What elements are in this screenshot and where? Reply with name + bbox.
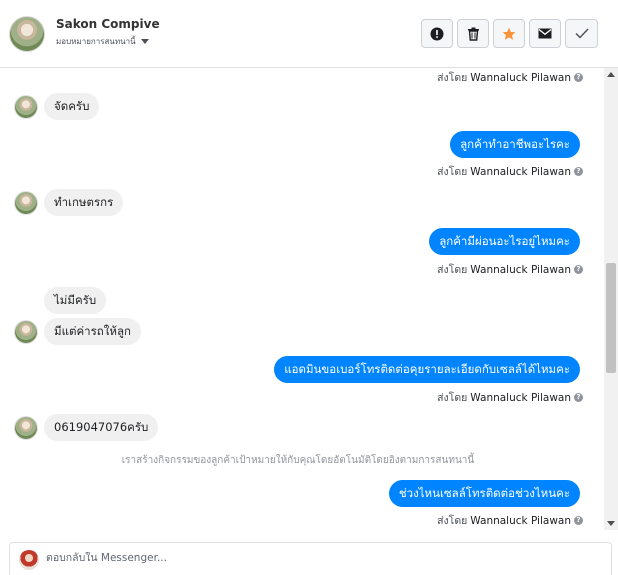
star-button[interactable] [493, 19, 525, 48]
outgoing-message: แอดมินขอเบอร์โทรติดต่อคุยรายละเอียดกับเซ… [274, 356, 580, 383]
info-icon[interactable]: ? [574, 73, 583, 82]
info-icon[interactable]: ? [574, 393, 583, 402]
info-icon[interactable]: ? [574, 167, 583, 176]
delete-button[interactable] [457, 19, 489, 48]
agent-name: Wannaluck Pilawan [470, 263, 571, 276]
sent-by-prefix: ส่งโดย [437, 392, 468, 404]
system-notice: เราสร้างกิจกรรมของลูกค้าเป้าหมายให้กับคุ… [121, 455, 475, 466]
agent-name: Wannaluck Pilawan [470, 391, 571, 404]
message-thread[interactable]: ส่งโดย Wannaluck Pilawan? จัดครับ ลูกค้าทำอ… [0, 68, 604, 530]
incoming-message: ไม่มีครับ [44, 287, 107, 314]
incoming-message: มีแต่ค่ารถให้ลูก [44, 318, 141, 345]
sent-by-label: ส่งโดย Wannaluck Pilawan? [437, 163, 583, 180]
mark-done-button[interactable] [565, 19, 598, 48]
scrollbar-thumb[interactable] [606, 263, 616, 373]
reply-composer [9, 542, 612, 575]
sent-by-label: ส่งโดย Wannaluck Pilawan? [437, 261, 583, 278]
sent-by-prefix: ส่งโดย [437, 72, 468, 84]
contact-avatar-small [14, 416, 38, 440]
header-actions [421, 19, 598, 48]
outgoing-message: ช่วงไหนเซลล์โทรติดต่อช่วงไหนคะ [388, 480, 580, 507]
check-icon [575, 28, 589, 39]
incoming-message: 0619047076ครับ [44, 414, 159, 441]
assign-conversation-dropdown[interactable]: มอบหมายการสนทนานี้ [56, 35, 149, 48]
info-icon[interactable]: ? [574, 516, 583, 525]
outgoing-message: ลูกค้าทำอาชีพอะไรคะ [450, 131, 580, 158]
agent-name: Wannaluck Pilawan [470, 165, 571, 178]
sent-by-prefix: ส่งโดย [437, 264, 468, 276]
page-avatar [19, 550, 39, 570]
mark-unread-button[interactable] [529, 19, 561, 48]
sent-by-prefix: ส่งโดย [437, 515, 468, 527]
sent-by-label: ส่งโดย Wannaluck Pilawan? [437, 512, 583, 529]
scroll-up-arrow-icon[interactable] [607, 72, 615, 77]
alert-icon [430, 27, 444, 40]
incoming-message: จัดครับ [44, 93, 100, 120]
scrollbar[interactable] [604, 68, 618, 530]
outgoing-message: ลูกค้ามีผ่อนอะไรอยู่ไหมคะ [429, 228, 580, 255]
contact-avatar[interactable] [9, 16, 45, 52]
envelope-icon [538, 28, 552, 39]
incoming-message: ทำเกษตรกร [44, 189, 124, 216]
contact-name[interactable]: Sakon Compive [56, 17, 160, 31]
scroll-down-arrow-icon[interactable] [607, 521, 615, 526]
sent-by-label: ส่งโดย Wannaluck Pilawan? [437, 69, 583, 86]
star-icon [502, 27, 516, 40]
contact-avatar-small [14, 320, 38, 344]
info-icon[interactable]: ? [574, 265, 583, 274]
mark-spam-button[interactable] [421, 19, 453, 48]
caret-down-icon [140, 39, 149, 44]
contact-avatar-small [14, 95, 38, 119]
trash-icon [467, 27, 479, 41]
sent-by-label: ส่งโดย Wannaluck Pilawan? [437, 389, 583, 406]
reply-input[interactable] [46, 552, 586, 564]
assign-label: มอบหมายการสนทนานี้ [56, 37, 136, 46]
contact-avatar-small [14, 191, 38, 215]
conversation-header: Sakon Compive มอบหมายการสนทนานี้ [0, 0, 618, 68]
agent-name: Wannaluck Pilawan [470, 71, 571, 84]
agent-name: Wannaluck Pilawan [470, 514, 571, 527]
sent-by-prefix: ส่งโดย [437, 166, 468, 178]
